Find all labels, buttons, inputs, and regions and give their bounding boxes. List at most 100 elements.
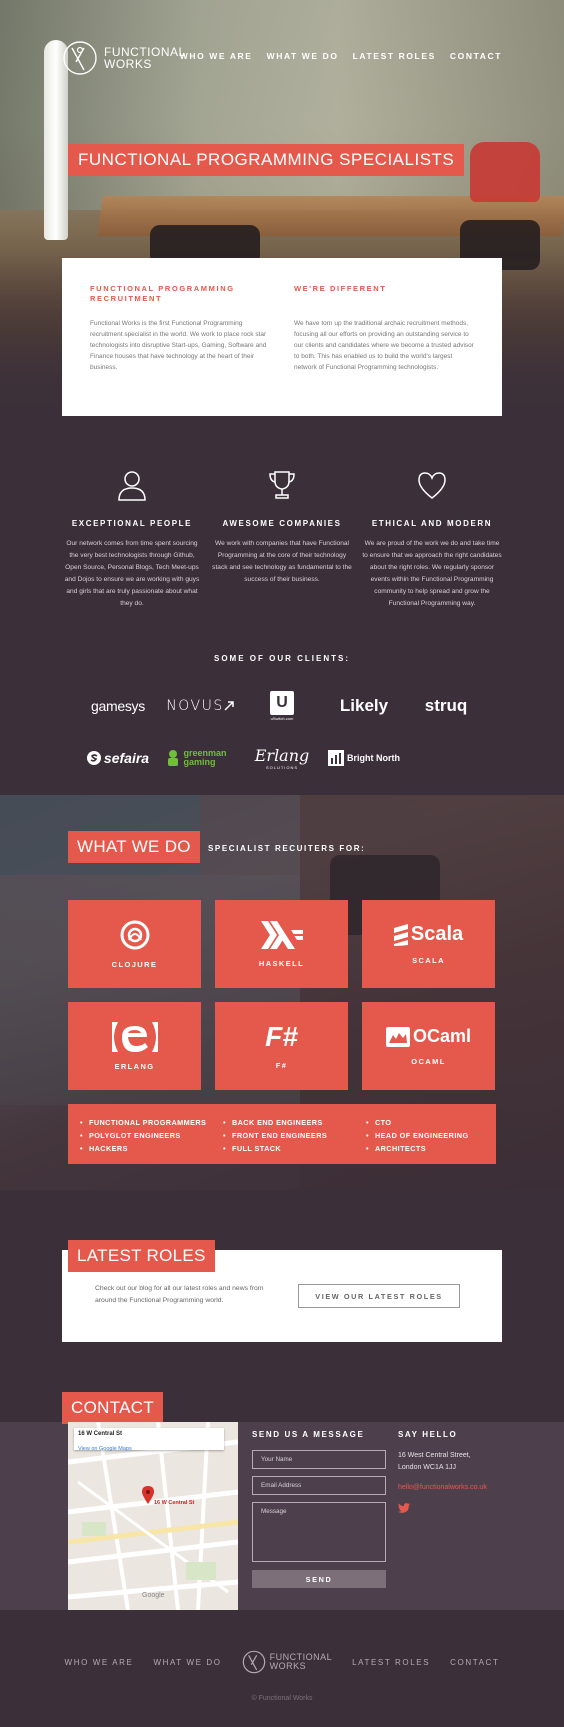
contact-form-heading: SEND US A MESSAGE [252, 1430, 365, 1439]
map-place-name: 16 W Central St [78, 1431, 123, 1437]
roles-column-1: FUNCTIONAL PROGRAMMERS POLYGLOT ENGINEER… [80, 1116, 223, 1155]
client-logo-uswitch: U uSwitch.com [244, 690, 320, 722]
lang-tile-clojure[interactable]: CLOJURE [68, 900, 201, 988]
message-textarea[interactable]: Message [252, 1502, 386, 1562]
view-on-google-maps-link[interactable]: View on Google Maps [78, 1446, 132, 1452]
email-link[interactable]: hello@functionalworks.co.uk [398, 1482, 508, 1494]
address-line-2: London WC1A 1JJ [398, 1464, 456, 1471]
client-logo-struq: struq [408, 690, 484, 722]
role-item: HEAD OF ENGINEERING [366, 1129, 496, 1142]
nav-latest-roles[interactable]: LATEST ROLES [353, 51, 436, 61]
roles-column-2: BACK END ENGINEERS FRONT END ENGINEERS F… [223, 1116, 366, 1155]
clojure-icon [120, 920, 149, 949]
client-logo-text: NOVUS [166, 698, 224, 714]
map-infobox: 16 W Central St View on Google Maps [74, 1428, 224, 1452]
feature-title: AWESOME COMPANIES [222, 519, 342, 528]
client-logo-likely: Likely [326, 690, 402, 722]
nav-what-we-do[interactable]: WHAT WE DO [267, 51, 339, 61]
main-nav: WHO WE ARE WHAT WE DO LATEST ROLES CONTA… [180, 51, 502, 61]
hero-photo-red-chair [470, 142, 540, 202]
ocaml-wordmark: OCaml [412, 1026, 472, 1046]
roles-column-3: CTO HEAD OF ENGINEERING ARCHITECTS [366, 1116, 496, 1155]
footer-logo-line2: WORKS [269, 1661, 307, 1671]
intro-left-heading: FUNCTIONAL PROGRAMMING RECRUITMENT [90, 284, 235, 303]
feature-awesome-companies: AWESOME COMPANIES We work with companies… [212, 465, 352, 610]
view-latest-roles-button[interactable]: VIEW OUR LATEST ROLES [298, 1284, 460, 1308]
footer-nav-latest-roles[interactable]: LATEST ROLES [352, 1658, 430, 1667]
client-logo-text: U [270, 691, 294, 715]
intro-right-heading: WE'RE DIFFERENT [294, 284, 387, 293]
say-hello: SAY HELLO 16 West Central Street, London… [398, 1430, 508, 1518]
client-logo-subtext: SOLUTIONS [265, 765, 299, 770]
client-logo-sefaira: sefaira [80, 742, 156, 774]
twitter-icon[interactable] [398, 1500, 508, 1518]
feature-text: We are proud of the work we do and take … [362, 540, 502, 607]
intro-right-text: We have torn up the traditional archaic … [294, 320, 474, 371]
feature-ethical-modern: ETHICAL AND MODERN We are proud of the w… [362, 465, 502, 610]
role-item: POLYGLOT ENGINEERS [80, 1129, 223, 1142]
features-row: EXCEPTIONAL PEOPLE Our network comes fro… [62, 465, 502, 610]
feature-exceptional-people: EXCEPTIONAL PEOPLE Our network comes fro… [62, 465, 202, 610]
lang-name: ERLANG [114, 1061, 155, 1071]
nav-contact[interactable]: CONTACT [450, 51, 502, 61]
role-item: BACK END ENGINEERS [223, 1116, 366, 1129]
send-button[interactable]: SEND [252, 1570, 386, 1588]
lang-tile-haskell[interactable]: HASKELL [215, 900, 348, 988]
haskell-icon [260, 920, 303, 949]
sefaira-mark-icon [86, 751, 101, 765]
role-item: HACKERS [80, 1142, 223, 1155]
footer-nav-who-we-are[interactable]: WHO WE ARE [65, 1658, 134, 1667]
role-item: FUNCTIONAL PROGRAMMERS [80, 1116, 223, 1129]
footer-nav-contact[interactable]: CONTACT [450, 1658, 499, 1667]
novus-arrow-icon [224, 701, 234, 711]
client-logo-text: greenman gaming [183, 748, 227, 767]
fsharp-icon: F# [265, 1020, 298, 1052]
hero-title: FUNCTIONAL PROGRAMMING SPECIALISTS [68, 144, 465, 176]
what-we-do-title: WHAT WE DO [68, 831, 200, 863]
map-pin-icon [142, 1486, 154, 1504]
site-logo[interactable]: FUNCTIONAL WORKS [62, 40, 186, 76]
role-item: ARCHITECTS [366, 1142, 496, 1155]
scala-wordmark: Scala [410, 923, 464, 945]
address-line-1: 16 West Central Street, [398, 1452, 471, 1459]
latest-roles-text: Check out our blog for all our latest ro… [95, 1285, 264, 1304]
footer-logo[interactable]: FUNCTIONAL WORKS [242, 1650, 333, 1674]
functional-works-logo-icon [242, 1650, 265, 1674]
lang-tile-scala[interactable]: Scala SCALA [362, 900, 495, 988]
language-tiles: CLOJURE HASKELL Scala SCALA ERLANG F# F#… [68, 900, 496, 1090]
nav-who-we-are[interactable]: WHO WE ARE [180, 51, 253, 61]
intro-column-left: FUNCTIONAL PROGRAMMING RECRUITMENT Funct… [90, 284, 270, 390]
logo-text: FUNCTIONAL WORKS [104, 46, 186, 70]
lang-tile-erlang[interactable]: ERLANG [68, 1002, 201, 1090]
heart-icon [362, 465, 502, 505]
google-map[interactable]: 16 W Central St View on Google Maps 16 W… [68, 1422, 238, 1610]
lang-name: OCAML [411, 1057, 446, 1066]
lang-name: F# [275, 1060, 288, 1070]
footer-nav: WHO WE ARE WHAT WE DO FUNCTIONAL WORKS L… [0, 1650, 564, 1674]
copyright: © Functional Works [251, 1695, 313, 1702]
contact-title: CONTACT [62, 1392, 163, 1424]
intro-column-right: WE'RE DIFFERENT We have torn up the trad… [294, 284, 474, 390]
client-logo-erlang-solutions: Erlang SOLUTIONS [244, 742, 320, 774]
role-item: FRONT END ENGINEERS [223, 1129, 366, 1142]
feature-text: We work with companies that have Functio… [212, 540, 352, 583]
functional-works-logo-icon [63, 41, 97, 75]
bright-north-mark-icon [328, 750, 344, 766]
lang-tile-fsharp[interactable]: F# F# [215, 1002, 348, 1090]
lang-name: SCALA [412, 956, 445, 965]
contact-form: SEND US A MESSAGE Your Name Email Addres… [252, 1430, 386, 1588]
erlang-icon [111, 1021, 158, 1052]
client-logo-text: struq [424, 696, 468, 715]
footer-nav-what-we-do[interactable]: WHAT WE DO [153, 1658, 221, 1667]
say-hello-heading: SAY HELLO [398, 1430, 458, 1439]
lang-tile-ocaml[interactable]: OCaml OCAML [362, 1002, 495, 1090]
roles-list: FUNCTIONAL PROGRAMMERS POLYGLOT ENGINEER… [68, 1104, 496, 1164]
email-input[interactable]: Email Address [252, 1476, 386, 1495]
trophy-icon [212, 465, 352, 505]
client-logo-subtext: uSwitch.com [270, 716, 294, 721]
name-input[interactable]: Your Name [252, 1450, 386, 1469]
google-logo: Google [142, 1592, 165, 1599]
client-logo-text: Likely [339, 696, 389, 715]
lang-name: CLOJURE [111, 959, 158, 969]
footer-logo-text: FUNCTIONAL WORKS [270, 1653, 333, 1671]
